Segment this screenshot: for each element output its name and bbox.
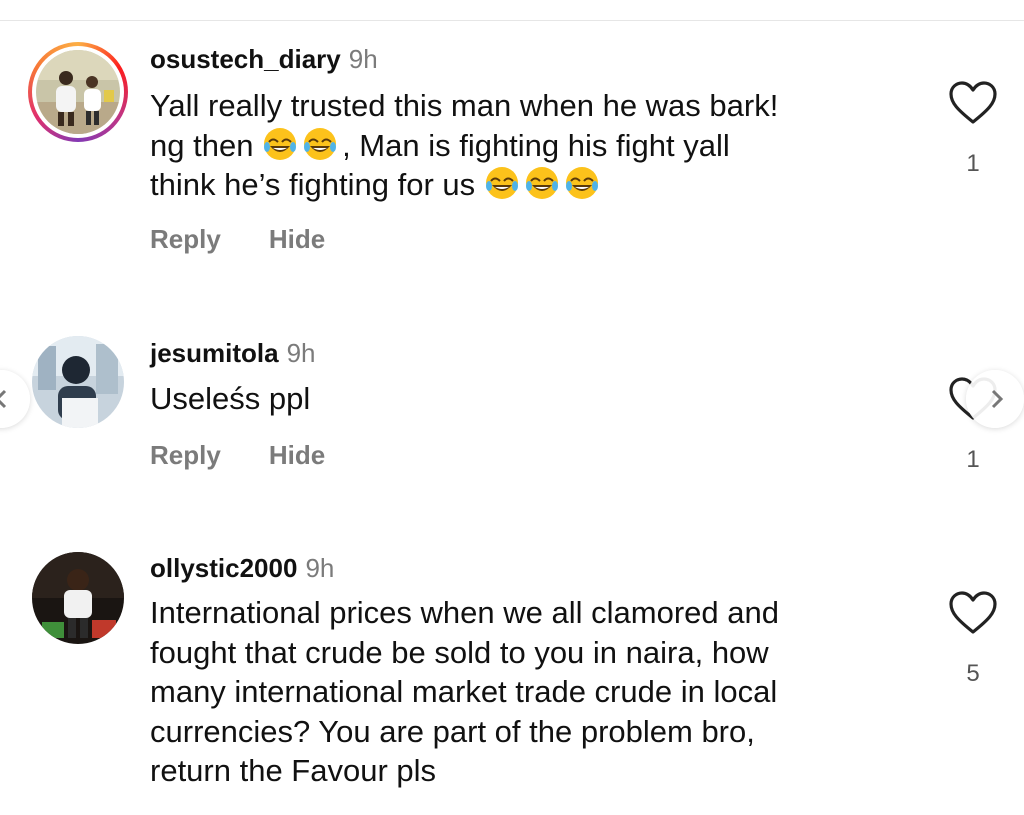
comment-header: jesumitola 9h [150,338,316,368]
comment-header: ollystic2000 9h [150,553,334,583]
comment-header: osustech_diary 9h [150,44,378,74]
reply-button[interactable]: Reply [150,440,221,471]
comments-page: osustech_diary 9h Yall really trusted thi… [0,0,1024,815]
chevron-right-icon [991,389,1004,409]
reply-button[interactable]: Reply [150,224,221,255]
avatar-image [32,552,124,644]
avatar[interactable] [32,552,124,644]
chevron-left-icon [0,389,7,409]
comment-actions: Reply Hide [150,224,373,255]
like-button[interactable] [948,590,998,636]
username[interactable]: ollystic2000 [150,553,297,583]
comment-line: think he’s fighting for us [150,165,900,205]
heart-outline-icon [949,81,997,124]
username[interactable]: jesumitola [150,338,279,368]
comment-text: Useleśs ppl [150,379,900,419]
timestamp: 9h [348,44,378,74]
comment-line: fought that crude be sold to you in nair… [150,634,769,670]
face-with-tears-of-joy-icon [485,167,518,199]
avatar-image [36,50,120,134]
face-with-tears-of-joy-icon [304,127,337,160]
comment-line: ng then , Man is fighting his fight yall [150,127,730,163]
top-divider [0,20,1024,21]
avatar[interactable] [32,336,124,428]
comment-line: return the Favour pls [150,753,437,788]
timestamp: 9h [305,553,335,583]
comment-line: many international market trade crude in… [150,674,778,709]
comment-line: Useleśs ppl [150,381,311,416]
username[interactable]: osustech_diary [150,44,341,74]
comment-actions: Reply Hide [150,440,373,471]
like-count: 5 [966,660,980,687]
previous-button[interactable] [0,370,30,428]
like-count: 1 [966,150,980,177]
like-count: 1 [966,446,980,473]
comment-line: International prices when we all clamore… [150,595,779,630]
timestamp: 9h [286,338,316,368]
comment-line: currencies? You are part of the problem … [150,713,755,749]
comment-line: Yall really trusted this man when he was… [150,88,779,123]
heart-outline-icon [949,591,997,634]
face-with-tears-of-joy-icon [565,167,598,199]
avatar [36,50,120,134]
hide-button[interactable]: Hide [269,224,325,255]
comment-text: Yall really trusted this man when he was… [150,86,900,205]
avatar-image [32,336,124,428]
avatar-story-ring[interactable] [28,42,128,142]
comment-text: International prices when we all clamore… [150,593,900,791]
face-with-tears-of-joy-icon [525,167,558,199]
face-with-tears-of-joy-icon [264,127,297,160]
next-button[interactable] [966,370,1024,428]
hide-button[interactable]: Hide [269,440,325,471]
like-button[interactable] [948,80,998,126]
